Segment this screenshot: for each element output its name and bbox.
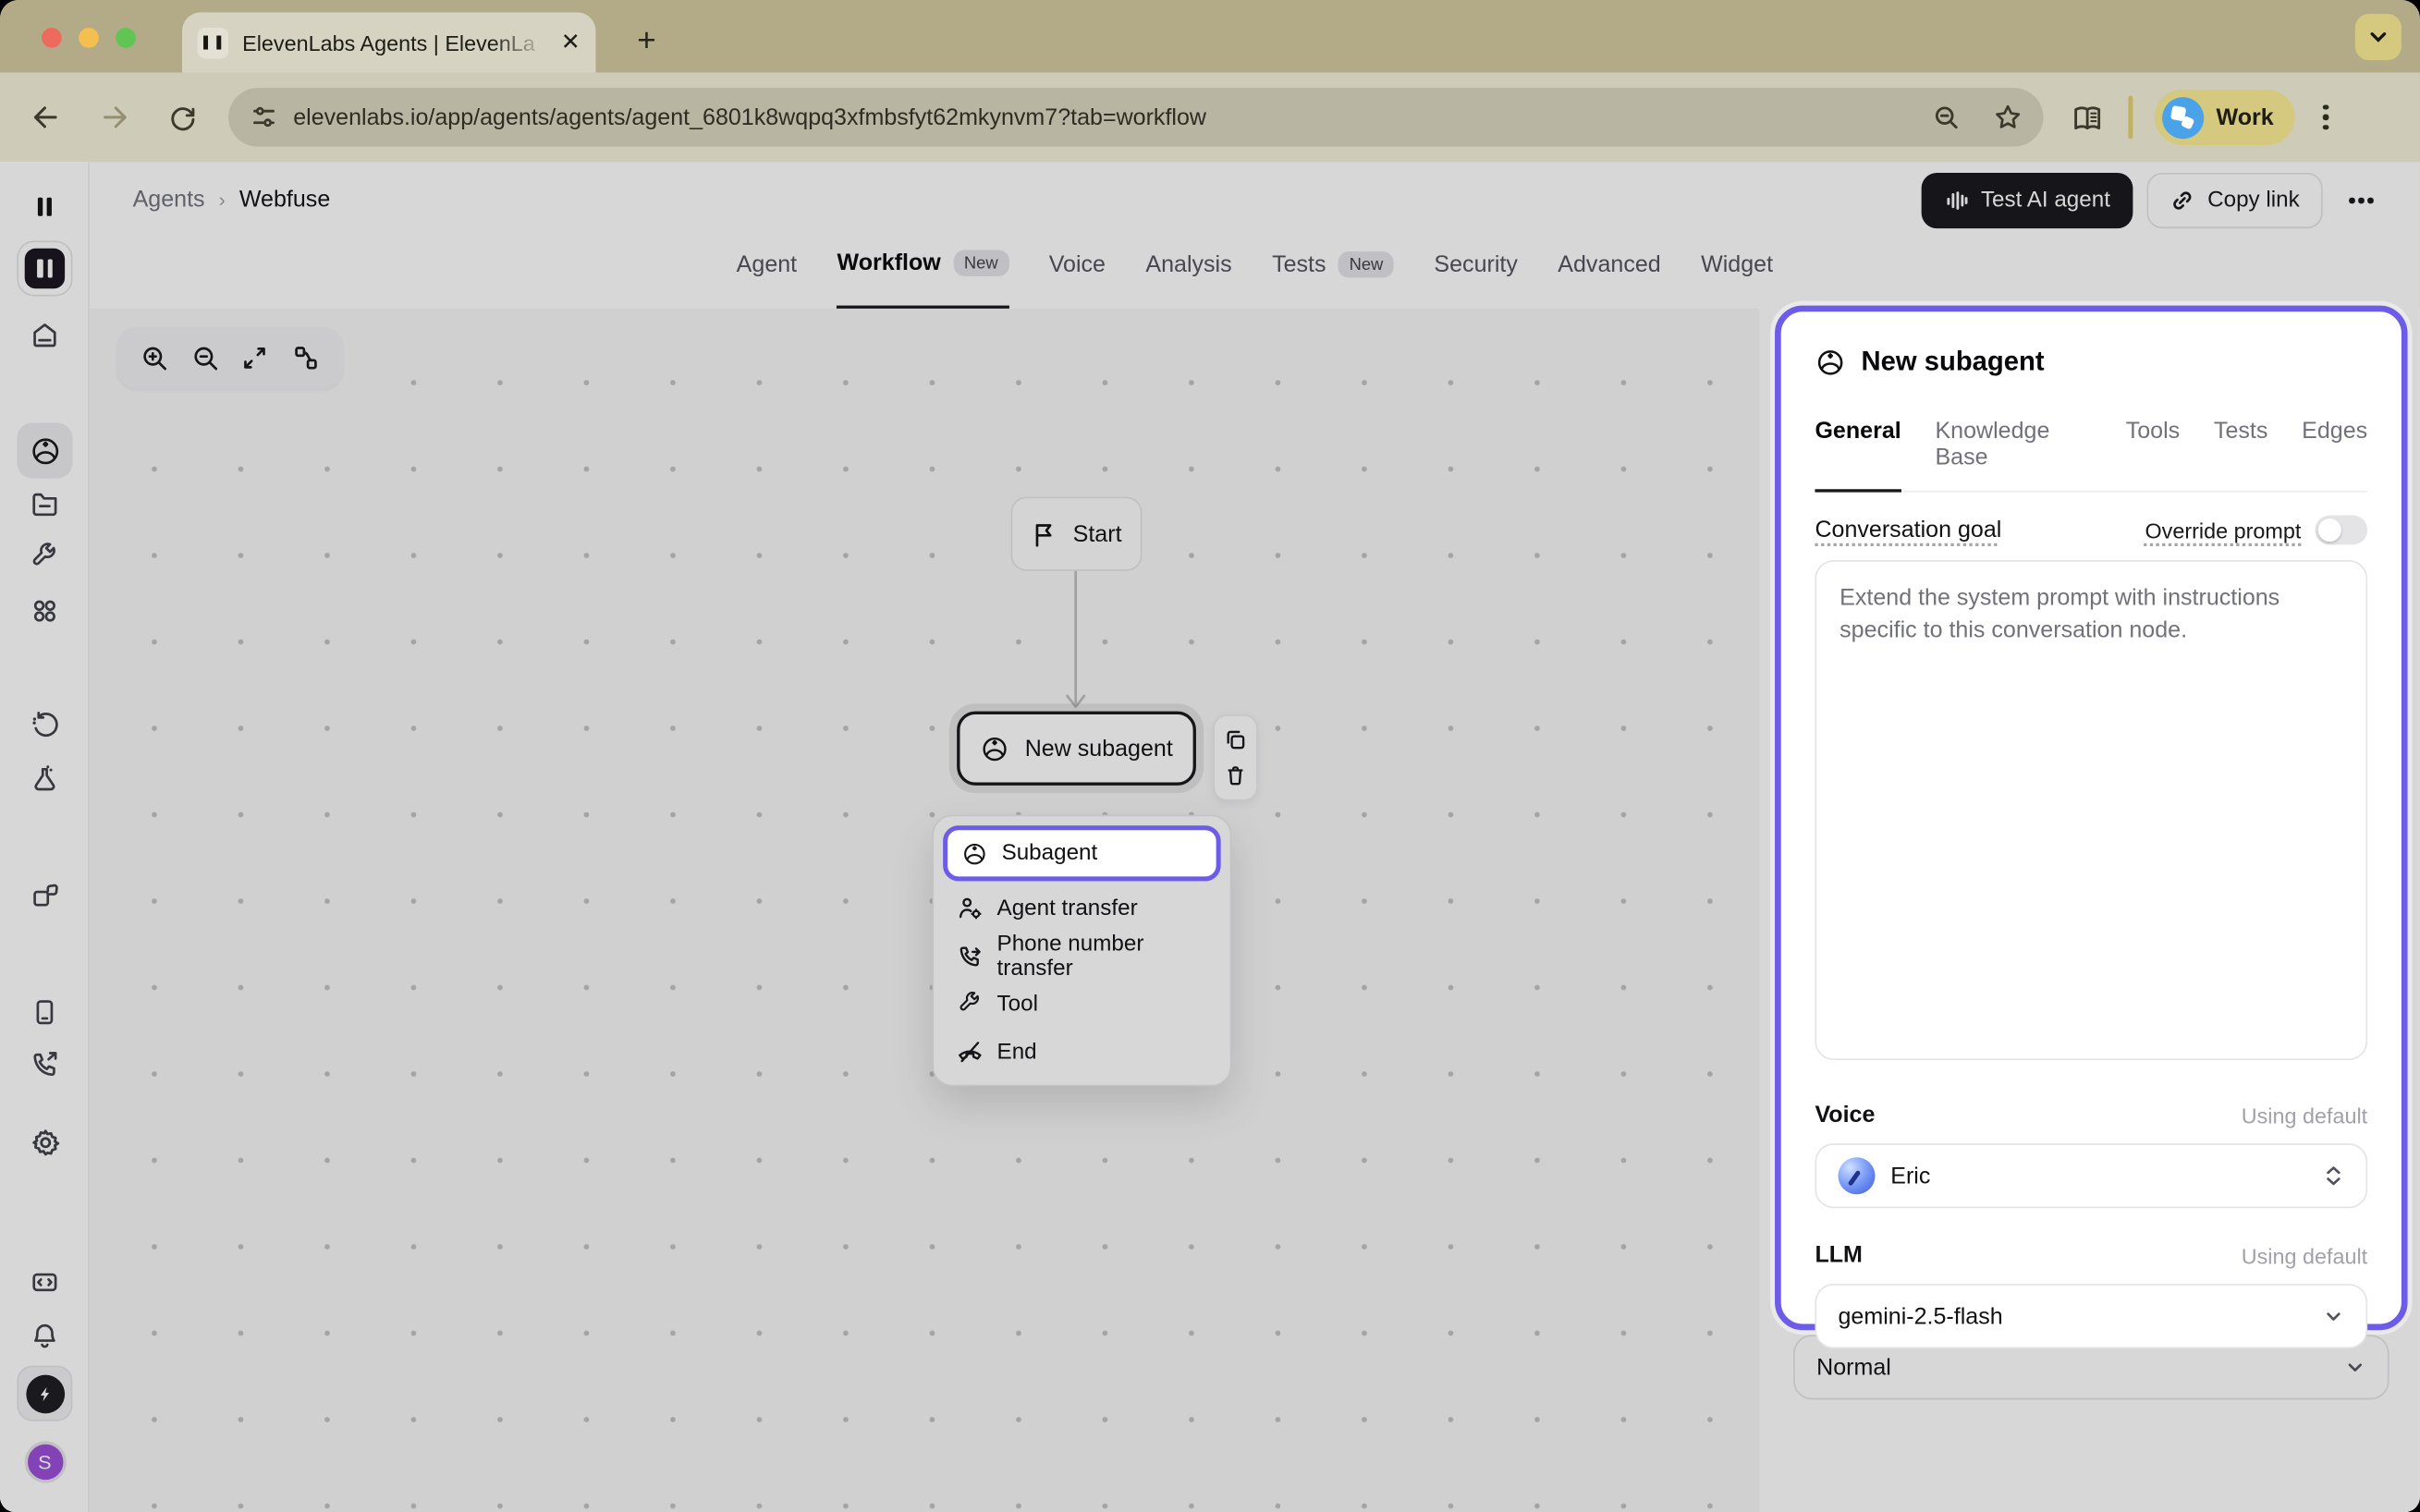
reading-list-icon[interactable] bbox=[2072, 101, 2104, 133]
panel-tab-knowledge-base[interactable]: Knowledge Base bbox=[1935, 418, 2092, 490]
subagent-panel: New subagent General Knowledge Base Tool… bbox=[1775, 306, 2408, 1331]
llm-status: Using default bbox=[2242, 1243, 2367, 1268]
zoom-window-button[interactable] bbox=[116, 28, 136, 48]
agent-icon bbox=[961, 840, 987, 866]
browser-tab[interactable]: ❚❚ ElevenLabs Agents | ElevenLa ✕ bbox=[182, 12, 595, 72]
url-text[interactable]: elevenlabs.io/app/agents/agents/agent_68… bbox=[293, 104, 1916, 130]
url-bar[interactable]: elevenlabs.io/app/agents/agents/agent_68… bbox=[228, 88, 2043, 146]
browser-window: ❚❚ ElevenLabs Agents | ElevenLa ✕ + elev… bbox=[0, 0, 2420, 1512]
panel-tab-tools[interactable]: Tools bbox=[2126, 418, 2180, 490]
zoom-page-icon[interactable] bbox=[1932, 104, 1960, 131]
profile-chip[interactable]: Work bbox=[2155, 90, 2295, 145]
toolbar-divider bbox=[2128, 96, 2133, 140]
agent-icon bbox=[1815, 347, 1845, 377]
tab-title: ElevenLabs Agents | ElevenLa bbox=[242, 30, 547, 55]
conversation-goal-input[interactable] bbox=[1815, 560, 2367, 1060]
voice-avatar bbox=[1838, 1157, 1875, 1194]
chevron-down-icon bbox=[2367, 26, 2389, 47]
back-button[interactable] bbox=[12, 102, 79, 132]
minimize-window-button[interactable] bbox=[79, 28, 99, 48]
pause-icon: ❚❚ bbox=[198, 27, 228, 57]
panel-tab-edges[interactable]: Edges bbox=[2302, 418, 2367, 490]
back-icon bbox=[31, 102, 61, 132]
panel-tab-general[interactable]: General bbox=[1815, 418, 1901, 492]
new-tab-button[interactable]: + bbox=[625, 20, 668, 64]
profile-avatar bbox=[2162, 96, 2204, 138]
llm-label: LLM bbox=[1815, 1242, 1862, 1268]
titlebar: ❚❚ ElevenLabs Agents | ElevenLa ✕ + bbox=[0, 0, 2420, 72]
close-window-button[interactable] bbox=[42, 28, 62, 48]
bookmark-star-icon[interactable] bbox=[1994, 104, 2022, 131]
menu-item-subagent[interactable]: Subagent bbox=[943, 825, 1221, 881]
tab-search-button[interactable] bbox=[2355, 14, 2402, 60]
profile-name: Work bbox=[2217, 104, 2274, 130]
voice-select[interactable]: Eric bbox=[1815, 1143, 2367, 1208]
panel-title: New subagent bbox=[1862, 346, 2045, 378]
override-prompt-label: Override prompt bbox=[2145, 518, 2301, 543]
voice-label: Voice bbox=[1815, 1102, 1875, 1128]
panel-tab-tests[interactable]: Tests bbox=[2214, 418, 2267, 490]
forward-icon bbox=[99, 102, 129, 132]
browser-menu-button[interactable] bbox=[2295, 104, 2357, 130]
reload-button[interactable] bbox=[148, 103, 215, 132]
app-page: S Agents › Webfuse Test AI agent Copy li… bbox=[0, 162, 2420, 1512]
forward-button[interactable] bbox=[80, 102, 148, 132]
override-prompt-toggle[interactable] bbox=[2315, 516, 2367, 545]
voice-status: Using default bbox=[2242, 1103, 2367, 1128]
conversation-goal-label: Conversation goal bbox=[1815, 517, 2001, 543]
screen: ❚❚ ElevenLabs Agents | ElevenLa ✕ + elev… bbox=[0, 0, 2420, 1512]
chevron-updown-icon bbox=[2323, 1164, 2344, 1189]
llm-select[interactable]: gemini-2.5-flash bbox=[1815, 1284, 2367, 1348]
site-settings-icon[interactable] bbox=[250, 104, 277, 131]
llm-value: gemini-2.5-flash bbox=[1838, 1303, 2002, 1329]
close-icon[interactable]: ✕ bbox=[561, 30, 581, 54]
chevron-down-icon bbox=[2323, 1305, 2344, 1326]
browser-toolbar: elevenlabs.io/app/agents/agents/agent_68… bbox=[0, 72, 2420, 162]
panel-tabs: General Knowledge Base Tools Tests Edges bbox=[1815, 418, 2367, 492]
menu-item-label: Subagent bbox=[1002, 841, 1098, 866]
voice-value: Eric bbox=[1890, 1163, 1930, 1189]
reload-icon bbox=[167, 103, 197, 132]
